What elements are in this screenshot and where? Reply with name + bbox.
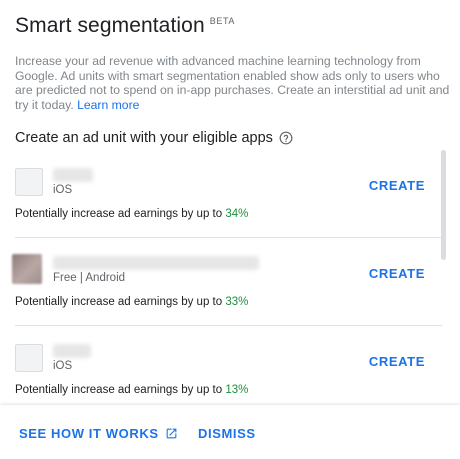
- card-description: Increase your ad revenue with advanced m…: [15, 54, 451, 112]
- section-title: Create an ad unit with your eligible app…: [15, 130, 273, 146]
- card-title: Smart segmentation: [15, 14, 205, 37]
- app-platform: iOS: [53, 184, 73, 196]
- app-name-redacted: [53, 256, 259, 270]
- app-icon: [12, 254, 42, 284]
- app-row: iOS CREATE Potentially increase ad earni…: [0, 326, 442, 404]
- earnings-label: Potentially increase ad earnings by up t…: [15, 208, 223, 220]
- see-how-it-works-button[interactable]: SEE HOW IT WORKS: [19, 426, 178, 441]
- app-icon: [15, 344, 43, 372]
- create-button[interactable]: CREATE: [369, 354, 425, 369]
- app-name-redacted: [53, 344, 91, 358]
- title-row: Smart segmentation BETA: [15, 14, 235, 38]
- dismiss-button[interactable]: DISMISS: [198, 426, 256, 441]
- section-header: Create an ad unit with your eligible app…: [15, 130, 293, 146]
- earnings-label: Potentially increase ad earnings by up t…: [15, 296, 223, 308]
- app-row: iOS CREATE Potentially increase ad earni…: [0, 150, 442, 238]
- dismiss-label: DISMISS: [198, 426, 256, 441]
- earnings-percent: 13%: [225, 384, 249, 396]
- help-circle-icon[interactable]: [279, 131, 293, 145]
- learn-more-link[interactable]: Learn more: [77, 98, 139, 112]
- earnings-text: Potentially increase ad earnings by up t…: [15, 208, 248, 220]
- app-icon: [15, 168, 43, 196]
- earnings-label: Potentially increase ad earnings by up t…: [15, 384, 223, 396]
- beta-badge: BETA: [209, 16, 235, 26]
- earnings-percent: 33%: [225, 296, 249, 308]
- app-platform: Free | Android: [53, 272, 126, 284]
- earnings-percent: 34%: [225, 208, 249, 220]
- open-in-new-icon: [166, 428, 176, 439]
- create-button[interactable]: CREATE: [369, 178, 425, 193]
- app-name-redacted: [53, 168, 93, 182]
- list-scrollbar-thumb[interactable]: [441, 150, 446, 260]
- card-footer: SEE HOW IT WORKS DISMISS: [0, 405, 460, 459]
- see-how-it-works-label: SEE HOW IT WORKS: [19, 426, 159, 441]
- app-row: Free | Android CREATE Potentially increa…: [0, 238, 442, 326]
- app-platform: iOS: [53, 360, 73, 372]
- earnings-text: Potentially increase ad earnings by up t…: [15, 384, 248, 396]
- eligible-apps-list: iOS CREATE Potentially increase ad earni…: [0, 150, 442, 404]
- earnings-text: Potentially increase ad earnings by up t…: [15, 296, 248, 308]
- smart-segmentation-card: Smart segmentation BETA Increase your ad…: [0, 0, 460, 459]
- create-button[interactable]: CREATE: [369, 266, 425, 281]
